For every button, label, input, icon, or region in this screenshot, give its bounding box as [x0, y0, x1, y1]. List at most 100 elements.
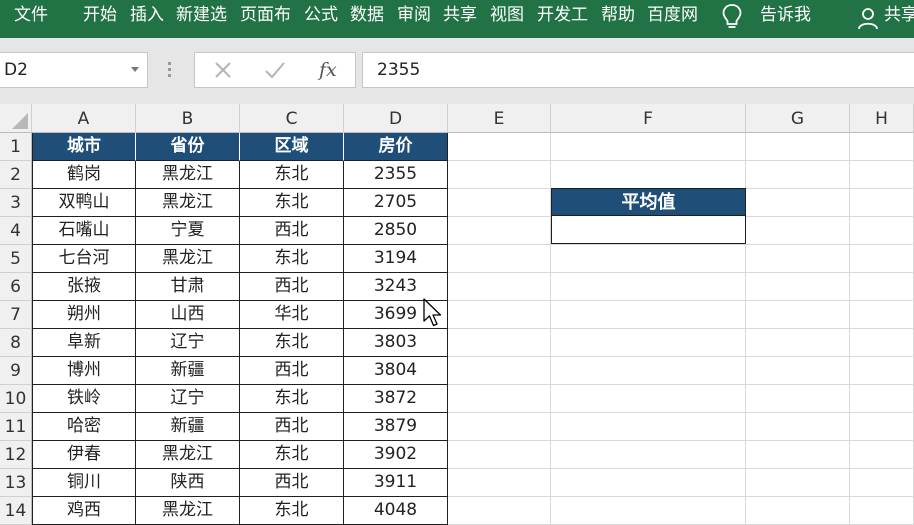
table-cell-price[interactable]: 3803	[344, 329, 448, 357]
cancel-x-icon[interactable]	[203, 53, 243, 87]
table-cell-city[interactable]: 哈密	[32, 413, 136, 441]
insert-function-icon[interactable]: fx	[319, 53, 337, 87]
empty-cell[interactable]	[850, 161, 914, 189]
tab-developer[interactable]: 开发工	[537, 0, 588, 30]
worksheet-grid[interactable]: A B C D E F G H 1 2 3 4 5 6 7 8 9 10 11 12 13 14 城市 省份 区域 房价 鹤岗 黑龙江…	[0, 104, 914, 525]
empty-cell[interactable]	[448, 469, 551, 497]
table-cell-region[interactable]: 东北	[240, 385, 344, 413]
empty-cell[interactable]	[850, 301, 914, 329]
table-cell-province[interactable]: 新疆	[136, 413, 240, 441]
column-header-h[interactable]: H	[850, 104, 914, 133]
empty-cell[interactable]	[746, 357, 850, 385]
table-cell-price[interactable]: 3804	[344, 357, 448, 385]
column-header-f[interactable]: F	[551, 104, 746, 133]
name-box[interactable]: D2	[0, 52, 148, 88]
row-header-1[interactable]: 1	[0, 133, 32, 161]
table-cell-province[interactable]: 宁夏	[136, 217, 240, 245]
select-all-corner[interactable]	[0, 104, 32, 133]
row-header-3[interactable]: 3	[0, 189, 32, 217]
table-cell-province[interactable]: 黑龙江	[136, 245, 240, 273]
empty-cell[interactable]	[448, 301, 551, 329]
empty-cell[interactable]	[746, 385, 850, 413]
empty-cell[interactable]	[551, 301, 746, 329]
row-header-13[interactable]: 13	[0, 469, 32, 497]
table-cell-region[interactable]: 西北	[240, 357, 344, 385]
empty-cell[interactable]	[746, 329, 850, 357]
table-cell-province[interactable]: 辽宁	[136, 385, 240, 413]
table-cell-region[interactable]: 西北	[240, 273, 344, 301]
column-header-d[interactable]: D	[344, 104, 448, 133]
empty-cell[interactable]	[551, 133, 746, 161]
empty-cell[interactable]	[746, 413, 850, 441]
tab-formulas[interactable]: 公式	[304, 0, 338, 30]
table-header-city[interactable]: 城市	[32, 133, 136, 161]
table-cell-region[interactable]: 西北	[240, 217, 344, 245]
tab-help[interactable]: 帮助	[601, 0, 635, 30]
row-header-7[interactable]: 7	[0, 301, 32, 329]
table-cell-province[interactable]: 山西	[136, 301, 240, 329]
average-label[interactable]: 平均值	[551, 188, 746, 216]
table-cell-price[interactable]: 3872	[344, 385, 448, 413]
empty-cell[interactable]	[448, 217, 551, 245]
table-cell-price[interactable]: 3911	[344, 469, 448, 497]
empty-cell[interactable]	[551, 161, 746, 189]
row-header-5[interactable]: 5	[0, 245, 32, 273]
empty-cell[interactable]	[448, 189, 551, 217]
empty-cell[interactable]	[551, 413, 746, 441]
empty-cell[interactable]	[448, 497, 551, 525]
empty-cell[interactable]	[746, 469, 850, 497]
table-cell-region[interactable]: 东北	[240, 245, 344, 273]
row-header-2[interactable]: 2	[0, 161, 32, 189]
table-cell-city[interactable]: 七台河	[32, 245, 136, 273]
tab-baidu-netdisk[interactable]: 百度网	[647, 0, 698, 30]
empty-cell[interactable]	[551, 385, 746, 413]
column-header-a[interactable]: A	[32, 104, 136, 133]
table-cell-province[interactable]: 黑龙江	[136, 497, 240, 525]
row-header-6[interactable]: 6	[0, 273, 32, 301]
tab-share[interactable]: 共享	[443, 0, 477, 30]
empty-cell[interactable]	[850, 217, 914, 245]
empty-cell[interactable]	[746, 133, 850, 161]
user-icon[interactable]	[856, 6, 880, 30]
empty-cell[interactable]	[850, 245, 914, 273]
table-cell-city[interactable]: 张掖	[32, 273, 136, 301]
tab-view[interactable]: 视图	[490, 0, 524, 30]
empty-cell[interactable]	[850, 357, 914, 385]
empty-cell[interactable]	[746, 217, 850, 245]
row-header-9[interactable]: 9	[0, 357, 32, 385]
table-cell-province[interactable]: 甘肃	[136, 273, 240, 301]
table-cell-price[interactable]: 3902	[344, 441, 448, 469]
empty-cell[interactable]	[448, 133, 551, 161]
table-cell-price[interactable]: 3879	[344, 413, 448, 441]
empty-cell[interactable]	[850, 273, 914, 301]
empty-cell[interactable]	[448, 273, 551, 301]
table-cell-city[interactable]: 双鸭山	[32, 189, 136, 217]
empty-cell[interactable]	[448, 245, 551, 273]
empty-cell[interactable]	[746, 189, 850, 217]
average-value-cell[interactable]	[551, 215, 746, 244]
tab-page-layout[interactable]: 页面布	[240, 0, 291, 30]
empty-cell[interactable]	[448, 441, 551, 469]
table-cell-price[interactable]: 3194	[344, 245, 448, 273]
empty-cell[interactable]	[551, 245, 746, 273]
table-cell-price[interactable]: 2705	[344, 189, 448, 217]
table-header-province[interactable]: 省份	[136, 133, 240, 161]
empty-cell[interactable]	[746, 441, 850, 469]
empty-cell[interactable]	[746, 497, 850, 525]
empty-cell[interactable]	[448, 329, 551, 357]
table-cell-region[interactable]: 东北	[240, 161, 344, 189]
tab-insert[interactable]: 插入	[130, 0, 164, 30]
empty-cell[interactable]	[850, 385, 914, 413]
enter-check-icon[interactable]	[255, 53, 295, 87]
table-cell-province[interactable]: 陕西	[136, 469, 240, 497]
table-cell-region[interactable]: 东北	[240, 189, 344, 217]
tab-review[interactable]: 审阅	[397, 0, 431, 30]
empty-cell[interactable]	[746, 161, 850, 189]
table-cell-province[interactable]: 黑龙江	[136, 441, 240, 469]
empty-cell[interactable]	[551, 497, 746, 525]
table-cell-region[interactable]: 华北	[240, 301, 344, 329]
row-header-4[interactable]: 4	[0, 217, 32, 245]
table-cell-region[interactable]: 东北	[240, 329, 344, 357]
empty-cell[interactable]	[850, 469, 914, 497]
table-cell-city[interactable]: 博州	[32, 357, 136, 385]
